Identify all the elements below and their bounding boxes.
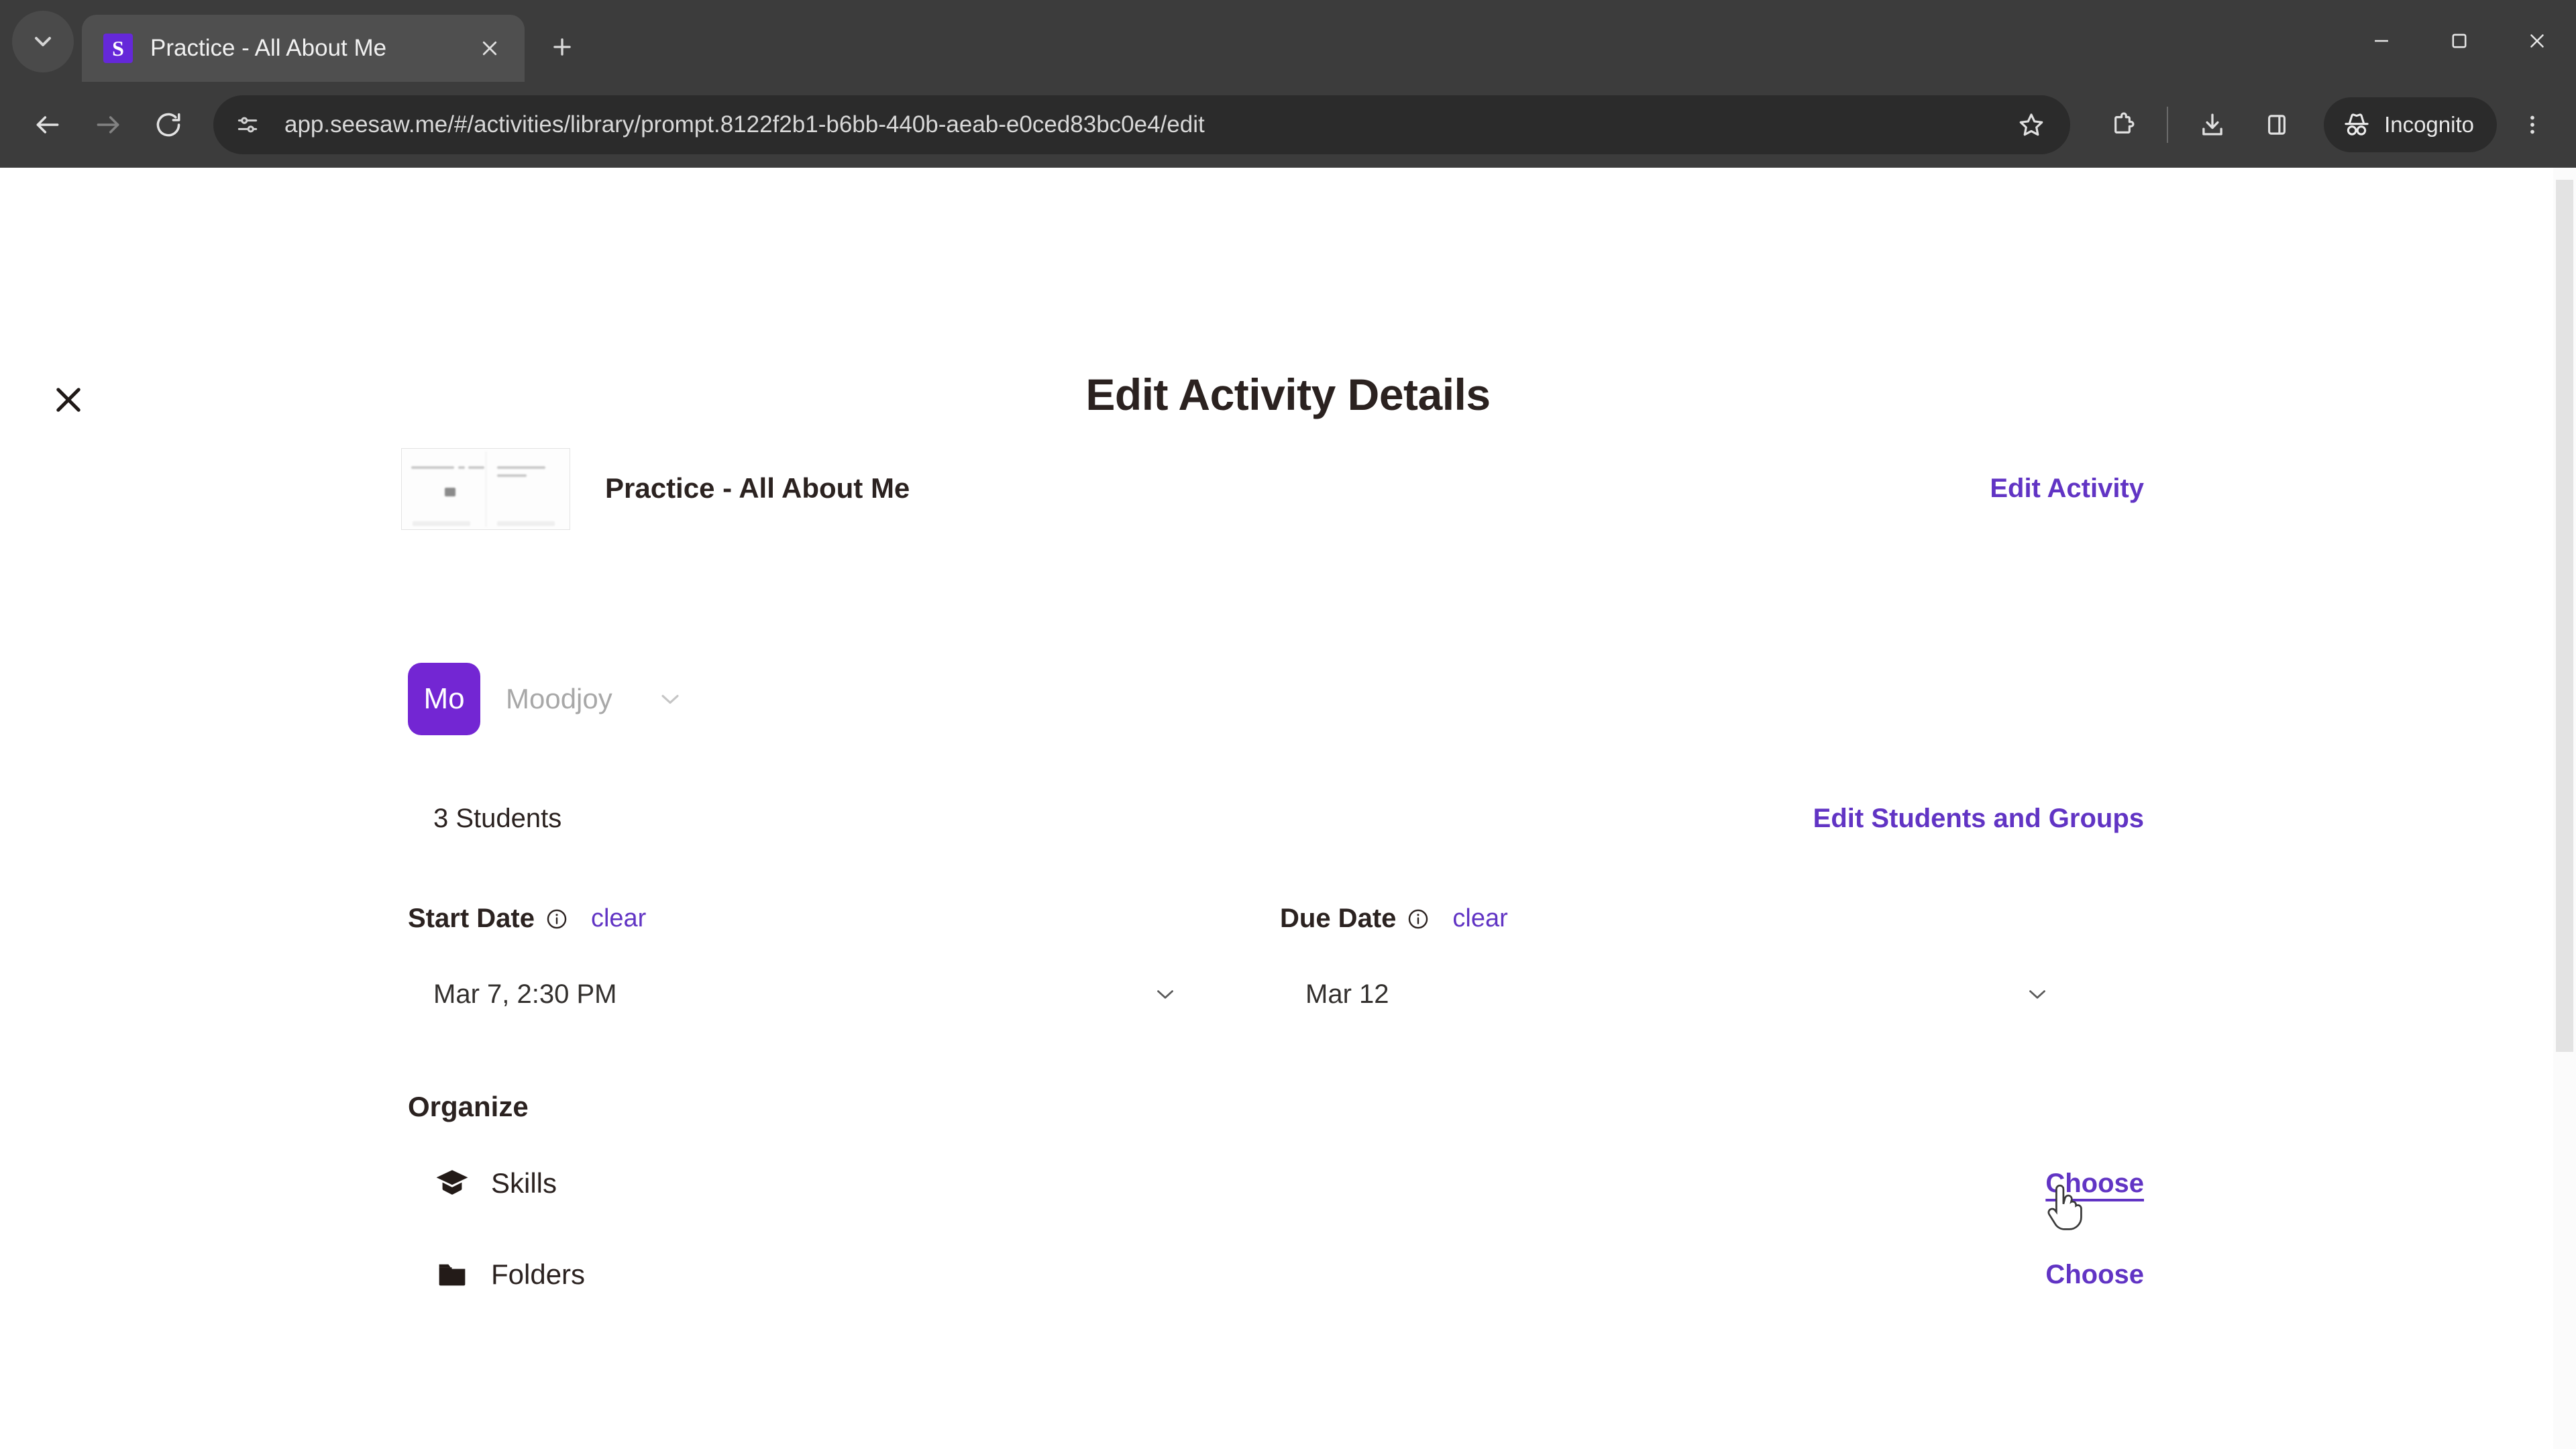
- edit-students-and-groups-link[interactable]: Edit Students and Groups: [1813, 804, 2144, 834]
- extensions-icon: [2114, 112, 2135, 133]
- start-date-dropdown-button[interactable]: [1151, 980, 1206, 1008]
- reload-button[interactable]: [138, 95, 199, 155]
- chevron-down-icon: [35, 37, 51, 46]
- dates-section: Start Date clear Mar 7, 2:30 PM Due Date…: [0, 904, 2560, 1018]
- chevron-down-icon: [1157, 990, 1173, 999]
- thumbnail-preview-graphic: [402, 449, 570, 529]
- students-row: 3 Students Edit Students and Groups: [0, 804, 2560, 834]
- incognito-indicator[interactable]: Incognito: [2324, 97, 2497, 152]
- activity-thumbnail: [401, 448, 570, 530]
- page-scrollbar[interactable]: [2553, 168, 2576, 1449]
- incognito-label: Incognito: [2384, 112, 2474, 137]
- info-circle-icon[interactable]: [545, 908, 568, 930]
- page-title: Edit Activity Details: [1085, 370, 1491, 419]
- reload-icon: [156, 113, 180, 137]
- activity-row: Practice - All About Me Edit Activity: [0, 448, 2560, 549]
- due-date-dropdown-button[interactable]: [2023, 980, 2078, 1008]
- downloads-button[interactable]: [2184, 97, 2241, 153]
- due-date-field[interactable]: Mar 12: [1280, 970, 2078, 1018]
- close-window-button[interactable]: [2498, 0, 2576, 82]
- toolbar-divider: [2167, 107, 2169, 143]
- class-name: Moodjoy: [506, 683, 612, 714]
- address-bar[interactable]: app.seesaw.me/#/activities/library/promp…: [213, 95, 2071, 154]
- favicon-letter: S: [112, 36, 124, 60]
- info-circle-icon[interactable]: [1407, 908, 1430, 930]
- graduation-cap-icon: [433, 1165, 471, 1202]
- start-date-value: Mar 7, 2:30 PM: [433, 979, 617, 1009]
- chevron-down-icon: [2029, 990, 2045, 999]
- arrow-left-icon: [36, 116, 59, 133]
- back-button[interactable]: [17, 95, 78, 155]
- close-icon: [482, 41, 497, 56]
- browser-tab[interactable]: S Practice - All About Me: [82, 15, 525, 82]
- tab-strip: S Practice - All About Me: [0, 0, 2576, 82]
- graduation-cap-icon: [436, 1170, 468, 1195]
- close-icon: [2530, 34, 2544, 48]
- plus-icon: [553, 38, 571, 56]
- info-circle-icon: [1409, 909, 1428, 928]
- edit-activity-link[interactable]: Edit Activity: [1990, 474, 2144, 504]
- due-date-column: Due Date clear Mar 12: [1280, 904, 2152, 1018]
- start-date-field[interactable]: Mar 7, 2:30 PM: [408, 970, 1206, 1018]
- class-selector[interactable]: Mo Moodjoy: [0, 663, 2560, 735]
- info-circle-icon: [547, 909, 567, 928]
- skills-choose-link[interactable]: Choose: [2045, 1169, 2144, 1199]
- browser-window: S Practice - All About Me app.seesaw.me/…: [0, 0, 2576, 1449]
- edit-activity-details-modal: Edit Activity Details Practice - All Abo…: [0, 168, 2576, 1449]
- side-panel-button[interactable]: [2249, 97, 2305, 153]
- tune-icon: [237, 117, 258, 133]
- students-count: 3 Students: [433, 804, 562, 833]
- start-date-column: Start Date clear Mar 7, 2:30 PM: [408, 904, 1280, 1018]
- skills-row-left: Skills: [433, 1165, 557, 1202]
- seesaw-favicon-icon: S: [103, 34, 133, 63]
- browser-toolbar: app.seesaw.me/#/activities/library/promp…: [0, 82, 2576, 168]
- folders-row-left: Folders: [433, 1256, 585, 1293]
- modal-content: Practice - All About Me Edit Activity Mo…: [0, 448, 2560, 1449]
- skills-label: Skills: [491, 1167, 557, 1199]
- class-dropdown-button[interactable]: [655, 684, 685, 714]
- due-date-header: Due Date clear: [1280, 904, 2152, 934]
- start-date-clear-link[interactable]: clear: [591, 904, 646, 933]
- organize-row-folders: Folders Choose: [0, 1256, 2560, 1293]
- minimize-window-button[interactable]: [2343, 0, 2420, 82]
- tab-title: Practice - All About Me: [150, 35, 387, 61]
- forward-button[interactable]: [78, 95, 138, 155]
- tab-close-button[interactable]: [471, 30, 508, 67]
- window-controls: [2343, 0, 2576, 82]
- due-date-label: Due Date: [1280, 904, 1397, 933]
- folder-icon: [433, 1256, 471, 1293]
- due-date-value: Mar 12: [1305, 979, 1389, 1009]
- page-scrollbar-thumb[interactable]: [2556, 180, 2573, 1052]
- chevron-down-icon: [661, 694, 679, 704]
- folder-icon: [439, 1264, 466, 1286]
- activity-title: Practice - All About Me: [605, 472, 910, 504]
- organize-section-title: Organize: [408, 1091, 529, 1122]
- browser-menu-button[interactable]: [2506, 99, 2559, 151]
- maximize-icon: [2452, 34, 2467, 48]
- tab-search-button[interactable]: [12, 11, 74, 72]
- due-date-clear-link[interactable]: clear: [1452, 904, 1507, 933]
- downloads-icon: [2202, 113, 2222, 136]
- folders-choose-link[interactable]: Choose: [2045, 1260, 2144, 1290]
- address-bar-url: app.seesaw.me/#/activities/library/promp…: [284, 111, 1205, 138]
- minimize-icon: [2375, 40, 2388, 42]
- start-date-header: Start Date clear: [408, 904, 1280, 934]
- extensions-button[interactable]: [2094, 97, 2151, 153]
- start-date-label: Start Date: [408, 904, 535, 933]
- bookmark-star-icon: [2019, 113, 2043, 136]
- class-avatar: Mo: [408, 663, 480, 735]
- arrow-right-icon: [97, 116, 119, 133]
- incognito-hat-icon: [2345, 113, 2369, 136]
- kebab-menu-icon: [2530, 115, 2534, 134]
- bookmark-button[interactable]: [2003, 97, 2059, 153]
- maximize-window-button[interactable]: [2420, 0, 2498, 82]
- new-tab-button[interactable]: [537, 21, 588, 72]
- folders-label: Folders: [491, 1258, 586, 1290]
- side-panel-icon: [2268, 115, 2286, 135]
- organize-row-skills: Skills Choose: [0, 1165, 2560, 1202]
- site-settings-button[interactable]: [225, 103, 270, 147]
